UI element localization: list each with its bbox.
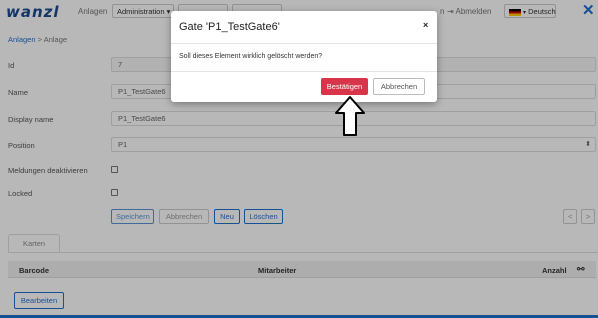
modal-divider-top	[171, 43, 437, 44]
modal-message: Soll dieses Element wirklich gelöscht we…	[179, 53, 323, 60]
modal-divider-bottom	[171, 71, 437, 72]
modal-cancel-button[interactable]: Abbrechen	[373, 78, 425, 95]
confirm-delete-dialog: Gate 'P1_TestGate6' × Soll dieses Elemen…	[171, 11, 437, 102]
confirm-button[interactable]: Bestätigen	[321, 78, 368, 95]
modal-title: Gate 'P1_TestGate6'	[179, 21, 280, 33]
close-icon[interactable]: ×	[423, 20, 428, 30]
pointer-arrow-icon	[335, 96, 365, 136]
